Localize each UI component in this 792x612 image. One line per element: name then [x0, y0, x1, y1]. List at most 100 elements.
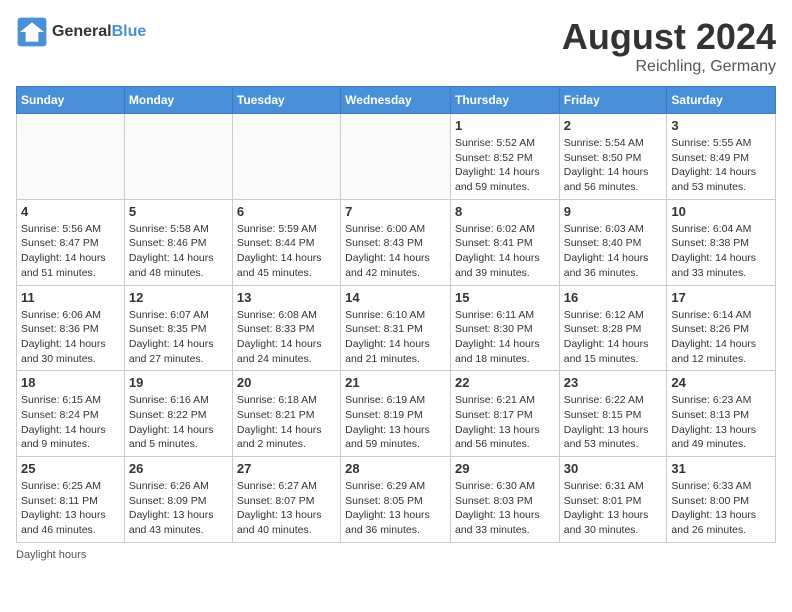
calendar-cell: 28Sunrise: 6:29 AMSunset: 8:05 PMDayligh… — [341, 457, 451, 543]
day-info: Sunrise: 6:08 AMSunset: 8:33 PMDaylight:… — [237, 308, 336, 367]
day-info: Sunrise: 6:00 AMSunset: 8:43 PMDaylight:… — [345, 222, 446, 281]
title-area: August 2024 Reichling, Germany — [562, 16, 776, 76]
day-number: 20 — [237, 375, 336, 390]
day-info: Sunrise: 6:11 AMSunset: 8:30 PMDaylight:… — [455, 308, 555, 367]
calendar-header-sunday: Sunday — [17, 87, 125, 114]
calendar-header-friday: Friday — [559, 87, 667, 114]
logo-blue: Blue — [112, 23, 147, 40]
day-number: 25 — [21, 461, 120, 476]
day-number: 6 — [237, 204, 336, 219]
day-info: Sunrise: 5:58 AMSunset: 8:46 PMDaylight:… — [129, 222, 228, 281]
day-number: 21 — [345, 375, 446, 390]
day-number: 24 — [671, 375, 771, 390]
calendar-table: SundayMondayTuesdayWednesdayThursdayFrid… — [16, 86, 776, 543]
day-info: Sunrise: 6:23 AMSunset: 8:13 PMDaylight:… — [671, 393, 771, 452]
calendar-cell: 20 Sunrise: 6:18 AMSunset: 8:21 PMDayligh… — [232, 371, 340, 457]
day-number: 5 — [129, 204, 228, 219]
day-number: 17 — [671, 290, 771, 305]
day-info: Sunrise: 6:02 AMSunset: 8:41 PMDaylight:… — [455, 222, 555, 281]
calendar-header-thursday: Thursday — [450, 87, 559, 114]
calendar-cell: 3 Sunrise: 5:55 AMSunset: 8:49 PMDaylight… — [667, 114, 776, 200]
day-info: Sunrise: 5:52 AMSunset: 8:52 PMDaylight:… — [455, 136, 555, 195]
calendar-cell — [17, 114, 125, 200]
calendar-cell: 23Sunrise: 6:22 AMSunset: 8:15 PMDayligh… — [559, 371, 667, 457]
calendar-cell: 21 Sunrise: 6:19 AMSunset: 8:19 PMDayligh… — [341, 371, 451, 457]
day-number: 14 — [345, 290, 446, 305]
calendar-header-saturday: Saturday — [667, 87, 776, 114]
calendar-cell: 1Sunrise: 5:52 AMSunset: 8:52 PMDaylight… — [450, 114, 559, 200]
day-info: Sunrise: 6:06 AMSunset: 8:36 PMDaylight:… — [21, 308, 120, 367]
day-info: Sunrise: 6:25 AMSunset: 8:11 PMDaylight:… — [21, 479, 120, 538]
calendar-week-1: 1Sunrise: 5:52 AMSunset: 8:52 PMDaylight… — [17, 114, 776, 200]
day-number: 8 — [455, 204, 555, 219]
logo-general: General — [52, 23, 112, 40]
month-year: August 2024 — [562, 16, 776, 58]
calendar-cell: 7 Sunrise: 6:00 AMSunset: 8:43 PMDaylight… — [341, 199, 451, 285]
calendar-cell: 22 Sunrise: 6:21 AMSunset: 8:17 PMDayligh… — [450, 371, 559, 457]
day-number: 2 — [564, 118, 663, 133]
day-number: 7 — [345, 204, 446, 219]
location: Reichling, Germany — [562, 58, 776, 76]
day-info: Sunrise: 6:18 AMSunset: 8:21 PMDaylight:… — [237, 393, 336, 452]
calendar-cell: 10 Sunrise: 6:04 AMSunset: 8:38 PMDayligh… — [667, 199, 776, 285]
logo-icon — [16, 16, 48, 48]
calendar-week-5: 25 Sunrise: 6:25 AMSunset: 8:11 PMDayligh… — [17, 457, 776, 543]
day-info: Sunrise: 6:21 AMSunset: 8:17 PMDaylight:… — [455, 393, 555, 452]
day-info: Sunrise: 6:12 AMSunset: 8:28 PMDaylight:… — [564, 308, 663, 367]
day-number: 18 — [21, 375, 120, 390]
calendar-cell: 12 Sunrise: 6:07 AMSunset: 8:35 PMDayligh… — [124, 285, 232, 371]
day-number: 13 — [237, 290, 336, 305]
calendar-cell: 27Sunrise: 6:27 AMSunset: 8:07 PMDayligh… — [232, 457, 340, 543]
day-number: 27 — [237, 461, 336, 476]
day-info: Sunrise: 5:56 AMSunset: 8:47 PMDaylight:… — [21, 222, 120, 281]
page-header: GeneralBlue August 2024 Reichling, Germa… — [16, 16, 776, 76]
calendar-cell: 19Sunrise: 6:16 AMSunset: 8:22 PMDayligh… — [124, 371, 232, 457]
day-info: Sunrise: 6:30 AMSunset: 8:03 PMDaylight:… — [455, 479, 555, 538]
calendar-cell: 24 Sunrise: 6:23 AMSunset: 8:13 PMDayligh… — [667, 371, 776, 457]
calendar-cell: 14Sunrise: 6:10 AMSunset: 8:31 PMDayligh… — [341, 285, 451, 371]
calendar-cell — [232, 114, 340, 200]
day-number: 22 — [455, 375, 555, 390]
day-number: 16 — [564, 290, 663, 305]
day-info: Sunrise: 5:54 AMSunset: 8:50 PMDaylight:… — [564, 136, 663, 195]
day-number: 12 — [129, 290, 228, 305]
day-number: 10 — [671, 204, 771, 219]
day-number: 29 — [455, 461, 555, 476]
logo: GeneralBlue — [16, 16, 146, 48]
calendar-week-3: 11 Sunrise: 6:06 AMSunset: 8:36 PMDayligh… — [17, 285, 776, 371]
calendar-header-row: SundayMondayTuesdayWednesdayThursdayFrid… — [17, 87, 776, 114]
day-info: Sunrise: 5:59 AMSunset: 8:44 PMDaylight:… — [237, 222, 336, 281]
day-info: Sunrise: 5:55 AMSunset: 8:49 PMDaylight:… — [671, 136, 771, 195]
day-number: 15 — [455, 290, 555, 305]
calendar-cell: 26Sunrise: 6:26 AMSunset: 8:09 PMDayligh… — [124, 457, 232, 543]
calendar-cell: 8 Sunrise: 6:02 AMSunset: 8:41 PMDaylight… — [450, 199, 559, 285]
day-info: Sunrise: 6:07 AMSunset: 8:35 PMDaylight:… — [129, 308, 228, 367]
calendar-cell: 18 Sunrise: 6:15 AMSunset: 8:24 PMDayligh… — [17, 371, 125, 457]
calendar-cell: 25 Sunrise: 6:25 AMSunset: 8:11 PMDayligh… — [17, 457, 125, 543]
day-info: Sunrise: 6:14 AMSunset: 8:26 PMDaylight:… — [671, 308, 771, 367]
calendar-header-tuesday: Tuesday — [232, 87, 340, 114]
day-info: Sunrise: 6:04 AMSunset: 8:38 PMDaylight:… — [671, 222, 771, 281]
calendar-cell: 30Sunrise: 6:31 AMSunset: 8:01 PMDayligh… — [559, 457, 667, 543]
day-number: 31 — [671, 461, 771, 476]
day-info: Sunrise: 6:19 AMSunset: 8:19 PMDaylight:… — [345, 393, 446, 452]
calendar-cell: 4 Sunrise: 5:56 AMSunset: 8:47 PMDaylight… — [17, 199, 125, 285]
calendar-cell: 5 Sunrise: 5:58 AMSunset: 8:46 PMDaylight… — [124, 199, 232, 285]
day-number: 23 — [564, 375, 663, 390]
calendar-cell: 31 Sunrise: 6:33 AMSunset: 8:00 PMDayligh… — [667, 457, 776, 543]
day-number: 4 — [21, 204, 120, 219]
calendar-cell: 13 Sunrise: 6:08 AMSunset: 8:33 PMDayligh… — [232, 285, 340, 371]
calendar-cell: 2 Sunrise: 5:54 AMSunset: 8:50 PMDaylight… — [559, 114, 667, 200]
calendar-cell: 17 Sunrise: 6:14 AMSunset: 8:26 PMDayligh… — [667, 285, 776, 371]
day-number: 11 — [21, 290, 120, 305]
calendar-week-4: 18 Sunrise: 6:15 AMSunset: 8:24 PMDayligh… — [17, 371, 776, 457]
day-info: Sunrise: 6:33 AMSunset: 8:00 PMDaylight:… — [671, 479, 771, 538]
day-number: 26 — [129, 461, 228, 476]
calendar-cell: 29 Sunrise: 6:30 AMSunset: 8:03 PMDayligh… — [450, 457, 559, 543]
day-number: 3 — [671, 118, 771, 133]
day-number: 9 — [564, 204, 663, 219]
calendar-cell: 15 Sunrise: 6:11 AMSunset: 8:30 PMDayligh… — [450, 285, 559, 371]
day-info: Sunrise: 6:15 AMSunset: 8:24 PMDaylight:… — [21, 393, 120, 452]
day-info: Sunrise: 6:29 AMSunset: 8:05 PMDaylight:… — [345, 479, 446, 538]
day-info: Sunrise: 6:31 AMSunset: 8:01 PMDaylight:… — [564, 479, 663, 538]
